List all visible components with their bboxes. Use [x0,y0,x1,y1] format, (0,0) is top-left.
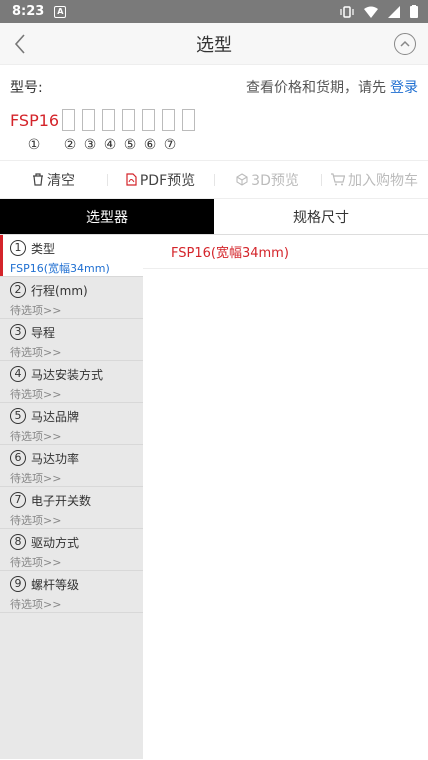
tab-selector[interactable]: 选型器 [0,199,214,234]
pdf-preview-button[interactable]: PDF预览 [107,170,214,190]
step-number: 5 [10,408,26,424]
option-list: FSP16(宽幅34mm) [143,235,428,759]
chevron-up-icon [400,40,410,47]
step-item-motor-brand[interactable]: 5 马达品牌 待选项>> [0,403,143,445]
step-value: 待选项>> [10,346,62,359]
step-value: 待选项>> [10,514,62,527]
selector-content: 1 类型 FSP16(宽幅34mm) 2 行程(mm) 待选项>> 3 导程 待选项>… [0,235,428,759]
model-code-prefix: FSP16 [10,110,60,130]
step-value: FSP16(宽幅34mm) [10,262,110,275]
step-number: 1 [10,240,26,256]
login-hint: 查看价格和货期，请先 [246,80,386,96]
step-item-lead[interactable]: 3 导程 待选项>> [0,319,143,361]
code-slot [102,109,116,131]
notification-a-icon: A [54,5,67,18]
status-icons [340,5,418,18]
collapse-button[interactable] [394,32,416,55]
step-title: 螺杆等级 [31,577,80,592]
code-slot [82,109,96,131]
step-value: 待选项>> [10,556,62,569]
model-label: 型号: [10,80,43,96]
status-bar: 8:23 A [0,0,428,23]
step-item-drive[interactable]: 8 驱动方式 待选项>> [0,529,143,571]
step-item-switch-count[interactable]: 7 电子开关数 待选项>> [0,487,143,529]
code-slot [182,109,196,131]
page-title: 选型 [196,34,232,56]
wifi-icon [364,6,378,18]
step-value: 待选项>> [10,304,62,317]
step-title: 马达安装方式 [31,367,104,382]
add-to-cart-label: 加入购物车 [348,172,418,189]
step-item-screw-grade[interactable]: 9 螺杆等级 待选项>> [0,571,143,613]
step-number: 9 [10,576,26,592]
slot-numbers: ① ② ③ ④ ⑤ ⑥ ⑦ [10,137,418,153]
clear-label: 清空 [47,172,75,189]
step-number: 2 [10,282,26,298]
action-toolbar: 清空 PDF预览 3D预览 加入购物车 [0,161,428,199]
slot-number: ③ [83,137,97,153]
add-to-cart-button[interactable]: 加入购物车 [321,170,428,190]
status-time: 8:23 [12,4,45,19]
vibrate-icon [340,5,354,18]
step-list: 1 类型 FSP16(宽幅34mm) 2 行程(mm) 待选项>> 3 导程 待选项>… [0,235,143,759]
trash-icon [33,173,43,186]
slot-number: ② [63,137,77,153]
step-title: 马达功率 [31,451,80,466]
step-value: 待选项>> [10,598,62,611]
title-bar: 选型 [0,23,428,65]
3d-preview-button[interactable]: 3D预览 [214,170,321,190]
signal-icon [388,5,400,18]
battery-icon [410,5,418,18]
step-number: 8 [10,534,26,550]
step-number: 7 [10,492,26,508]
back-arrow-icon [14,33,25,54]
pdf-preview-label: PDF预览 [139,172,196,189]
tab-bar: 选型器 规格尺寸 [0,199,428,235]
code-slot [142,109,156,131]
step-item-type[interactable]: 1 类型 FSP16(宽幅34mm) [0,235,143,277]
step-title: 电子开关数 [31,493,92,508]
cart-icon [331,173,345,186]
option-item[interactable]: FSP16(宽幅34mm) [143,235,428,269]
login-link[interactable]: 登录 [390,77,418,97]
slot-number: ④ [103,137,117,153]
step-value: 待选项>> [10,388,62,401]
code-slot [62,109,76,131]
step-item-motor-mount[interactable]: 4 马达安装方式 待选项>> [0,361,143,403]
clear-button[interactable]: 清空 [0,170,107,190]
slot-number: ⑥ [143,137,157,153]
model-code: FSP16 [10,109,418,131]
code-slot [162,109,176,131]
step-title: 马达品牌 [31,409,80,424]
slot-number: ⑤ [123,137,137,153]
cube-icon [236,173,248,186]
3d-preview-label: 3D预览 [251,172,299,189]
step-title: 导程 [31,325,56,340]
pdf-icon [126,173,137,186]
step-value: 待选项>> [10,430,62,443]
step-number: 4 [10,366,26,382]
step-item-stroke[interactable]: 2 行程(mm) 待选项>> [0,277,143,319]
model-section: 型号: 查看价格和货期，请先 登录 FSP16 ① ② ③ ④ ⑤ ⑥ ⑦ [0,65,428,161]
slot-number: ① [27,137,41,153]
step-title: 行程(mm) [31,283,88,298]
back-button[interactable] [0,23,40,65]
tab-spec[interactable]: 规格尺寸 [214,199,428,234]
code-slot [122,109,136,131]
step-title: 类型 [31,241,56,256]
step-number: 6 [10,450,26,466]
slot-number: ⑦ [163,137,177,153]
step-title: 驱动方式 [31,535,80,550]
step-item-motor-power[interactable]: 6 马达功率 待选项>> [0,445,143,487]
step-number: 3 [10,324,26,340]
step-value: 待选项>> [10,472,62,485]
